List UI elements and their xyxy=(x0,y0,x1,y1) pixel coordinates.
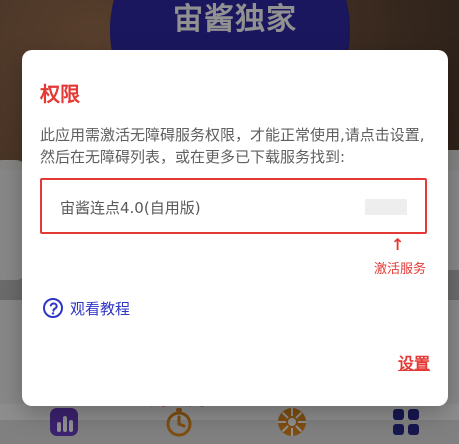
watch-tutorial-label: 观看教程 xyxy=(70,299,131,318)
hint-text: 激活服务 xyxy=(374,262,427,277)
help-circle-icon xyxy=(43,298,63,318)
settings-button[interactable]: 设置 xyxy=(398,350,430,374)
dialog-message: 此应用需激活无障碍服务权限，才能正常使用,请点击设置,然后在无障碍列表，或在更多… xyxy=(40,126,425,166)
service-row[interactable]: 宙酱连点4.0(自用版) xyxy=(40,178,427,234)
watch-tutorial-link[interactable]: 观看教程 xyxy=(42,296,130,320)
hint-arrow: ↑ xyxy=(391,235,405,254)
service-toggle[interactable] xyxy=(365,199,407,215)
permission-dialog: 权限 此应用需激活无障碍服务权限，才能正常使用,请点击设置,然后在无障碍列表，或… xyxy=(22,50,448,406)
service-name: 宙酱连点4.0(自用版) xyxy=(60,199,201,217)
dialog-title: 权限 xyxy=(40,82,80,106)
